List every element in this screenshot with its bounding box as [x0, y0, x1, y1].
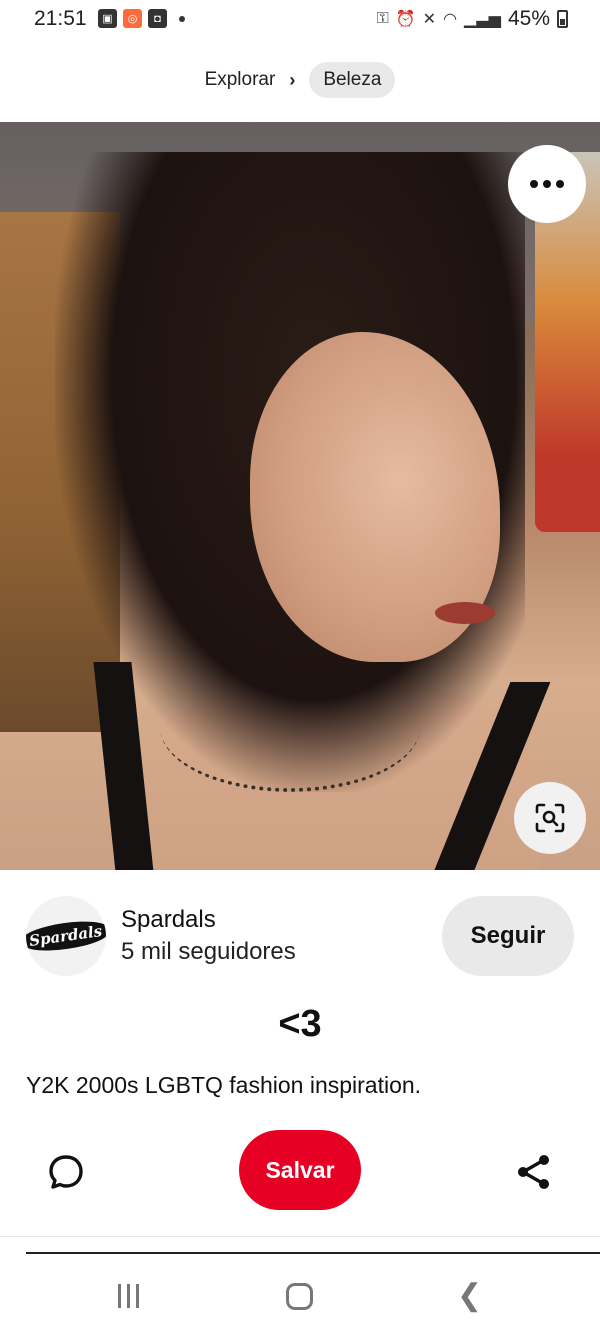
- breadcrumb: Explorar › Beleza: [0, 62, 600, 98]
- system-nav-bar: ❮: [0, 1262, 600, 1333]
- recents-icon-bar: [136, 1284, 139, 1308]
- notification-icons: ▣ ◎ ◘: [98, 9, 185, 28]
- battery-percent: 45%: [507, 7, 550, 30]
- ellipsis-icon: [530, 180, 538, 188]
- home-button[interactable]: [286, 1283, 313, 1310]
- share-icon: [518, 1155, 549, 1189]
- battery-icon: [557, 10, 568, 28]
- ellipsis-icon-dot: [556, 180, 564, 188]
- dot-icon: [179, 15, 185, 22]
- avatar-logo: Spardals: [26, 917, 106, 955]
- more-options-button[interactable]: [508, 145, 586, 223]
- box-icon: ◘: [148, 9, 167, 28]
- alarm-icon: ⏰: [395, 11, 416, 28]
- avatar[interactable]: Spardals: [26, 896, 106, 976]
- back-button[interactable]: ❮: [457, 1278, 482, 1313]
- author-followers: 5 mil seguidores: [121, 938, 296, 965]
- follow-button[interactable]: Seguir: [442, 896, 574, 976]
- chevron-right-icon: ›: [289, 69, 296, 90]
- lock-icon: ⚿: [376, 10, 389, 27]
- visual-search-icon: [535, 803, 565, 833]
- share-button[interactable]: [512, 1150, 556, 1194]
- author-row: Spardals Spardals 5 mil seguidores Segui…: [26, 896, 574, 976]
- author-name[interactable]: Spardals: [121, 906, 216, 934]
- recents-icon-bar: [127, 1284, 130, 1308]
- divider: [0, 1236, 600, 1237]
- pin-title: <3: [278, 1003, 322, 1045]
- recents-icon: [118, 1284, 121, 1308]
- comment-button[interactable]: [44, 1150, 88, 1194]
- divider-dark: [26, 1252, 600, 1254]
- mute-icon: ✕: [422, 11, 437, 28]
- save-button[interactable]: Salvar: [239, 1130, 361, 1210]
- status-bar: 21:51 ▣ ◎ ◘ ⚿ ⏰ ✕ ◠ ▁▃▅ 45%: [0, 0, 600, 38]
- gallery-icon: ▣: [98, 9, 117, 28]
- system-icons: ⚿ ⏰ ✕ ◠ ▁▃▅ 45%: [377, 7, 568, 31]
- pin-image[interactable]: [0, 122, 600, 870]
- visual-search-button[interactable]: [514, 782, 586, 854]
- breadcrumb-explorar[interactable]: Explorar: [205, 69, 276, 91]
- pin-description: Y2K 2000s LGBTQ fashion inspiration.: [26, 1072, 422, 1098]
- pin-image-lips: [435, 602, 495, 624]
- status-time: 21:51: [34, 7, 87, 30]
- recents-button[interactable]: [118, 1284, 139, 1308]
- wifi-icon: ◠: [443, 11, 458, 28]
- breadcrumb-beleza[interactable]: Beleza: [309, 62, 396, 98]
- app-notification-icon: ◎: [123, 9, 142, 28]
- pin-image-necklace: [160, 662, 420, 792]
- ellipsis-icon-dot: [543, 180, 551, 188]
- comment-icon: [49, 1155, 83, 1189]
- signal-icon: ▁▃▅: [464, 11, 501, 28]
